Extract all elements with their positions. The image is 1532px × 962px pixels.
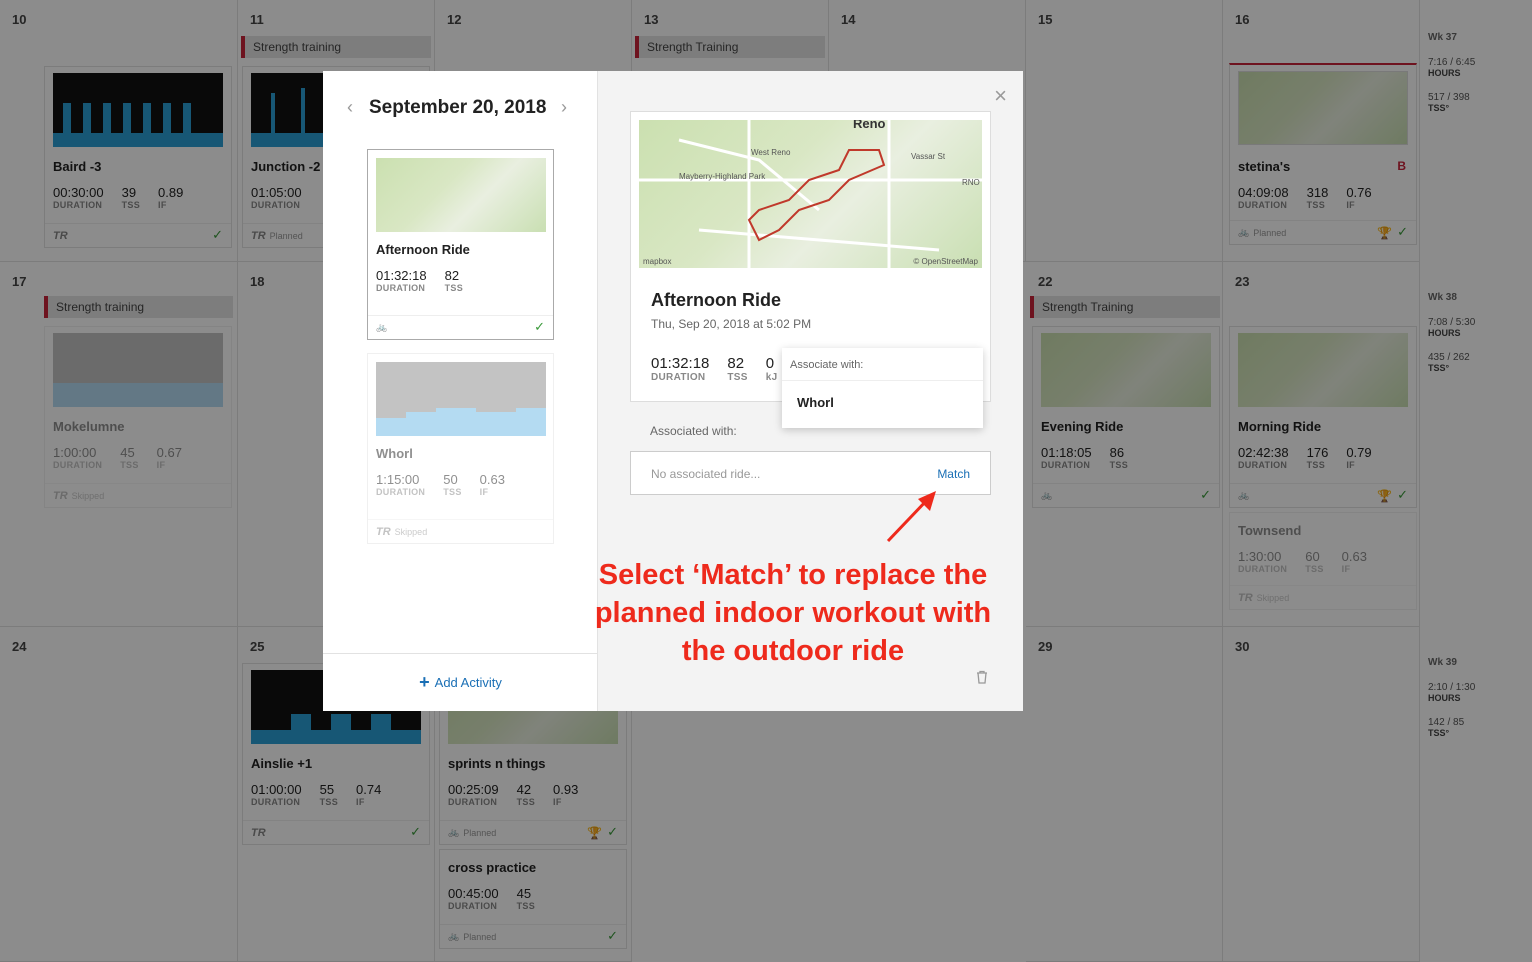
tss-value: 50 (443, 472, 458, 487)
kj-label: kJ (765, 372, 778, 383)
popup-header: Associate with: (782, 348, 983, 381)
bike-icon: 🚲 (376, 322, 388, 332)
map-place-label: West Reno (751, 148, 791, 157)
associate-popup: Associate with: Whorl (782, 348, 983, 428)
chevron-right-icon[interactable]: › (561, 97, 567, 118)
if-value: 0.63 (479, 472, 505, 487)
activity-list-pane: ‹ September 20, 2018 › Afternoon Ride 01… (323, 71, 598, 711)
associated-placeholder: No associated ride... (651, 467, 761, 481)
tss-label: TSS (444, 283, 464, 293)
tss-value: 82 (444, 268, 460, 283)
modal-date: September 20, 2018 (369, 97, 547, 118)
chevron-left-icon[interactable]: ‹ (347, 97, 353, 118)
check-icon: ✓ (534, 319, 545, 334)
annotation-line: the outdoor ride (681, 635, 905, 667)
activity-date: Thu, Sep 20, 2018 at 5:02 PM (651, 317, 812, 331)
duration-label: DURATION (376, 283, 426, 293)
associated-with-label: Associated with: (650, 424, 737, 438)
duration-value: 01:32:18 (376, 268, 427, 283)
map-city-label: Reno (853, 120, 886, 131)
kj-value: 0 (765, 355, 775, 372)
close-icon[interactable]: × (994, 83, 1007, 109)
card-title: Whorl (376, 446, 413, 461)
route-line (639, 120, 982, 268)
annotation-text: Select ‘Match’ to replace the planned in… (560, 556, 1026, 670)
map-place-label: RNO (962, 178, 980, 187)
duration-value: 01:32:18 (651, 355, 710, 372)
if-label: IF (479, 487, 489, 497)
mapbox-logo: mapbox (643, 257, 672, 266)
activity-card[interactable]: Whorl 1:15:00 DURATION 50 TSS 0.63 IF TR Ski… (367, 353, 554, 544)
associate-option-whorl[interactable]: Whorl (782, 381, 983, 424)
tss-label: TSS (727, 372, 748, 383)
annotation-line: Select ‘Match’ to replace the (598, 559, 988, 591)
annotation-line: planned indoor workout with (594, 597, 992, 629)
arrow-icon (886, 491, 936, 543)
match-button[interactable]: Match (937, 467, 970, 481)
workout-chart (376, 362, 546, 436)
tss-label: TSS (443, 487, 462, 497)
tr-logo: TR (376, 525, 391, 538)
plus-icon: + (419, 672, 430, 692)
tss-value: 82 (727, 355, 745, 372)
route-map (376, 158, 546, 232)
add-activity-button[interactable]: + Add Activity (323, 653, 598, 711)
activity-card-selected[interactable]: Afternoon Ride 01:32:18 DURATION 82 TSS 🚲 … (367, 149, 554, 340)
map-place-label: Mayberry-Highland Park (679, 172, 766, 181)
card-title: Afternoon Ride (376, 242, 470, 257)
trash-icon[interactable] (975, 670, 989, 684)
activity-title: Afternoon Ride (651, 290, 781, 310)
route-map[interactable]: Reno West Reno Vassar St Mayberry-Highla… (639, 120, 982, 268)
map-place-label: Vassar St (911, 152, 946, 161)
duration-label: DURATION (376, 487, 426, 497)
map-credit: © OpenStreetMap (913, 257, 978, 266)
status-label: Skipped (394, 526, 428, 537)
duration-value: 1:15:00 (376, 472, 420, 487)
duration-label: DURATION (651, 372, 706, 383)
add-activity-label: Add Activity (434, 675, 502, 690)
